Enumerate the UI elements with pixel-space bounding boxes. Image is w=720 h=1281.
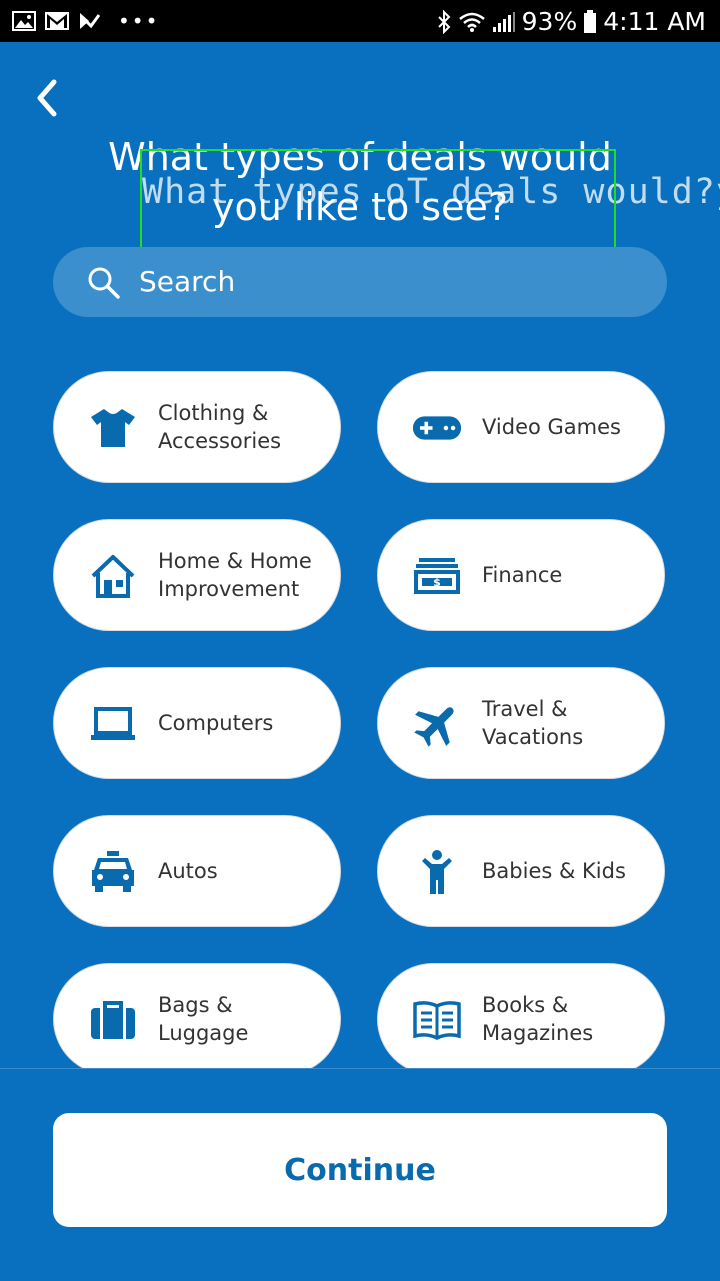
car-icon [88,848,138,896]
check-icon [80,13,100,29]
laptop-icon [88,700,138,748]
battery-icon [584,9,597,33]
category-bags-luggage[interactable]: Bags & Luggage [53,963,341,1075]
gmail-icon [45,12,69,30]
search-input[interactable]: Search [139,265,235,299]
category-label: Babies & Kids [482,859,626,883]
category-label: Finance [482,563,563,587]
continue-label: Continue [284,1152,436,1188]
airplane-icon [412,700,462,748]
category-finance[interactable]: $ Finance [377,519,665,631]
system-icons: 93% 4:11 AM [436,7,706,36]
category-babies-kids[interactable]: Babies & Kids [377,815,665,927]
signal-icon [492,11,515,32]
category-label: Video Games [482,415,621,439]
category-label: Travel & Vacations [482,697,584,749]
bluetooth-icon [437,9,451,34]
category-label: Home & Home Improvement [158,549,312,601]
chevron-left-icon [37,79,57,117]
notification-icons: ••• [12,9,159,33]
briefcase-icon [88,996,138,1044]
money-icon: $ [412,552,462,600]
category-label: Computers [158,711,274,735]
clock: 4:11 AM [603,7,706,36]
category-video-games[interactable]: Video Games [377,371,665,483]
category-label: Clothing & Accessories [158,401,282,453]
svg-text:$: $ [433,576,441,589]
back-button[interactable] [28,72,72,124]
tshirt-icon [88,404,138,452]
category-autos[interactable]: Autos [53,815,341,927]
category-label: Autos [158,859,218,883]
overlay-bounding-box [140,149,616,258]
category-home-improvement[interactable]: Home & Home Improvement [53,519,341,631]
category-clothing-accessories[interactable]: Clothing & Accessories [53,371,341,483]
book-icon [412,996,462,1044]
category-travel-vacations[interactable]: Travel & Vacations [377,667,665,779]
status-bar: ••• 93% 4:11 AM [0,0,720,42]
child-icon [412,848,462,896]
category-books-magazines[interactable]: Books & Magazines [377,963,665,1075]
house-icon [88,552,138,600]
continue-button[interactable]: Continue [53,1113,667,1227]
gamepad-icon [412,404,462,452]
more-notifications: ••• [118,9,160,33]
search-icon [88,267,120,299]
wifi-icon [458,12,485,32]
category-computers[interactable]: Computers [53,667,341,779]
category-label: Bags & Luggage [158,993,249,1045]
gallery-icon [12,11,36,31]
battery-percent: 93% [521,7,578,36]
category-label: Books & Magazines [482,993,594,1045]
search-bar[interactable]: Search [53,247,667,317]
